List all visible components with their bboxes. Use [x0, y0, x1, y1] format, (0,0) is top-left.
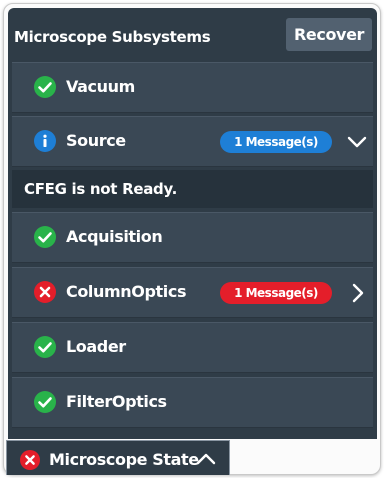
message-count-badge[interactable]: 1 Message(s)	[220, 282, 332, 304]
subsystem-row-filteroptics[interactable]: FilterOptics	[12, 377, 373, 428]
microscope-state-tab[interactable]: Microscope State	[6, 440, 230, 475]
subsystem-label: FilterOptics	[66, 392, 167, 411]
chevron-down-icon[interactable]	[346, 131, 368, 153]
subsystem-label: Acquisition	[66, 227, 163, 246]
chevron-up-icon[interactable]	[195, 449, 217, 469]
message-count-badge[interactable]: 1 Message(s)	[220, 131, 332, 153]
subsystem-row-vacuum[interactable]: Vacuum	[12, 62, 373, 113]
source-message-row: CFEG is not Ready.	[12, 170, 373, 208]
subsystem-row-acquisition[interactable]: Acquisition	[12, 212, 373, 263]
microscope-state-label: Microscope State	[49, 450, 199, 469]
subsystem-label: ColumnOptics	[66, 282, 187, 301]
subsystems-panel: Microscope Subsystems Recover Vacuum Sou…	[8, 8, 377, 439]
panel-title: Microscope Subsystems	[14, 28, 211, 46]
x-circle-icon	[20, 450, 40, 470]
recover-button[interactable]: Recover	[286, 18, 372, 51]
check-circle-icon	[34, 226, 56, 248]
info-circle-icon	[34, 130, 56, 152]
window-frame: Microscope Subsystems Recover Vacuum Sou…	[3, 3, 381, 475]
x-circle-icon	[34, 281, 56, 303]
check-circle-icon	[34, 76, 56, 98]
source-message-text: CFEG is not Ready.	[24, 180, 177, 198]
check-circle-icon	[34, 391, 56, 413]
check-circle-icon	[34, 336, 56, 358]
subsystem-label: Loader	[66, 337, 126, 356]
subsystem-row-loader[interactable]: Loader	[12, 322, 373, 373]
subsystem-row-source[interactable]: Source 1 Message(s)	[12, 116, 373, 167]
chevron-right-icon[interactable]	[346, 282, 368, 304]
panel-header: Microscope Subsystems Recover	[8, 8, 377, 62]
subsystem-row-columnoptics[interactable]: ColumnOptics 1 Message(s)	[12, 267, 373, 318]
subsystem-label: Vacuum	[66, 77, 135, 96]
subsystem-label: Source	[66, 131, 126, 150]
